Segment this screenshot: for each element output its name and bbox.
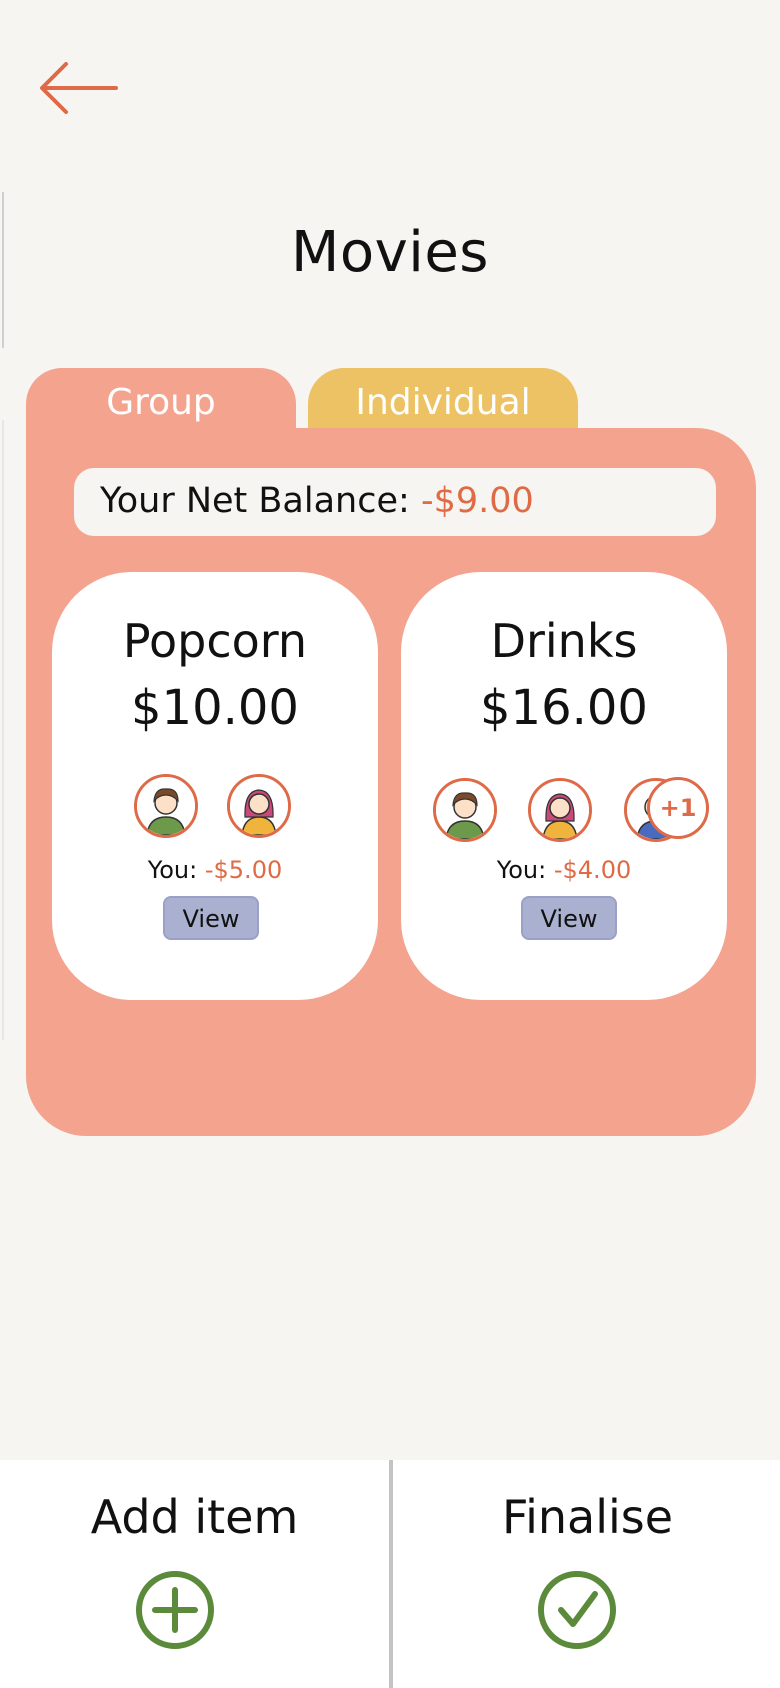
page-title: Movies	[291, 220, 489, 285]
member-avatar-male	[433, 778, 497, 842]
your-share-value: -$4.00	[553, 856, 632, 884]
member-avatar-male	[134, 774, 198, 838]
tab-individual-label: Individual	[355, 382, 531, 423]
more-members-badge[interactable]: +1	[647, 777, 709, 839]
member-avatar-female	[528, 778, 592, 842]
your-share-label: You:	[147, 856, 198, 884]
divider	[2, 420, 4, 1040]
item-price: $16.00	[480, 680, 648, 736]
finalise-button[interactable]: Finalise	[393, 1460, 780, 1688]
item-name: Drinks	[490, 614, 638, 668]
plus-circle-icon	[136, 1571, 214, 1649]
item-price: $10.00	[131, 680, 299, 736]
male-avatar-icon	[436, 781, 494, 839]
back-button[interactable]	[36, 58, 122, 118]
view-button[interactable]: View	[163, 896, 259, 940]
tab-group-label: Group	[106, 382, 216, 423]
item-name: Popcorn	[122, 614, 308, 668]
female-avatar-icon	[531, 781, 589, 839]
finalise-label: Finalise	[501, 1490, 674, 1544]
female-avatar-icon	[230, 777, 288, 835]
member-avatar-female	[227, 774, 291, 838]
your-share: You: -$5.00	[52, 856, 378, 884]
add-item-button[interactable]: Add item	[0, 1460, 389, 1688]
male-avatar-icon	[137, 777, 195, 835]
net-balance-value: -$9.00	[420, 481, 534, 521]
your-share-value: -$5.00	[204, 856, 283, 884]
tab-connector	[26, 428, 296, 458]
add-item-label: Add item	[90, 1490, 299, 1544]
arrow-left-icon	[40, 62, 118, 114]
your-share: You: -$4.00	[401, 856, 727, 884]
item-card-drinks[interactable]: Drinks $16.00 +1 You: -$4.00 View	[401, 572, 727, 1000]
your-share-label: You:	[496, 856, 547, 884]
check-circle-icon	[538, 1571, 616, 1649]
view-button[interactable]: View	[521, 896, 617, 940]
item-card-popcorn[interactable]: Popcorn $10.00 You: -$5.00 View	[52, 572, 378, 1000]
net-balance-label: Your Net Balance:	[100, 481, 410, 521]
net-balance-bar: Your Net Balance: -$9.00	[74, 468, 716, 536]
